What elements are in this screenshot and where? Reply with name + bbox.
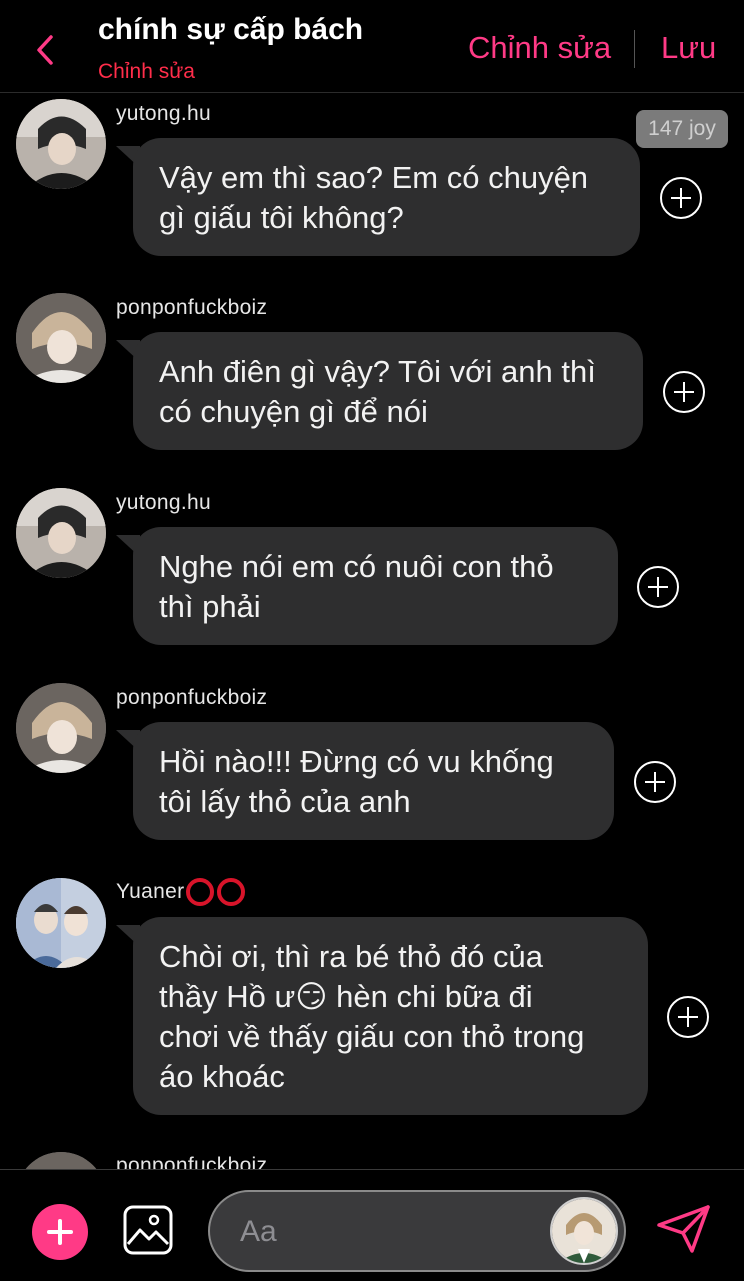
message-input[interactable] <box>240 1210 540 1254</box>
message-bubble[interactable]: Chòi ơi, thì ra bé thỏ đó của thầy Hồ ư😏… <box>133 917 648 1115</box>
message-line: thầy Hồ ư😏 hèn chi bữa đi <box>159 979 533 1014</box>
message-bubble[interactable]: Vậy em thì sao? Em có chuyện gì giấu tôi… <box>133 138 640 256</box>
message-username: yutong.hu <box>116 491 211 514</box>
message-line: chơi về thấy giấu con thỏ trong <box>159 1019 585 1054</box>
message-bubble[interactable]: Hồi nào!!! Đừng có vu khống tôi lấy thỏ … <box>133 722 614 840</box>
red-circles-emoji <box>186 878 246 906</box>
gallery-button[interactable] <box>122 1204 174 1256</box>
message-username: ponponfuckboiz <box>116 1154 268 1170</box>
message-line: có chuyện gì để nói <box>159 394 428 429</box>
message-line: Anh điên gì vậy? Tôi với anh thì <box>159 354 596 389</box>
composer-bar <box>0 1169 744 1281</box>
send-button[interactable] <box>656 1204 712 1254</box>
avatar[interactable] <box>16 683 106 773</box>
avatar[interactable] <box>16 99 106 189</box>
plus-circle-icon[interactable] <box>667 996 709 1038</box>
message-line: Hồi nào!!! Đừng có vu khống <box>159 744 554 779</box>
add-button[interactable] <box>32 1204 88 1260</box>
chat-title: chính sự cấp bách <box>98 13 364 46</box>
plus-circle-icon[interactable] <box>634 761 676 803</box>
message-username: yutong.hu <box>116 102 211 125</box>
paper-plane-icon <box>657 1205 710 1253</box>
header-bar: chính sự cấp bách Chỉnh sửa Chỉnh sửa Lư… <box>0 0 744 93</box>
message-input-container[interactable] <box>208 1190 626 1272</box>
message-line: Chòi ơi, thì ra bé thỏ đó của <box>159 939 543 974</box>
back-button[interactable] <box>28 30 62 70</box>
message-line: Vậy em thì sao? Em có chuyện <box>159 160 589 195</box>
chat-subtitle: Chỉnh sửa <box>98 60 195 83</box>
avatar[interactable] <box>16 488 106 578</box>
message-line: gì giấu tôi không? <box>159 200 404 235</box>
image-icon <box>123 1205 173 1255</box>
chevron-left-icon <box>37 35 53 65</box>
message-line: thì phải <box>159 589 261 624</box>
plus-circle-icon[interactable] <box>663 371 705 413</box>
save-button[interactable]: Lưu <box>661 30 716 66</box>
character-avatar[interactable] <box>550 1197 618 1265</box>
username-text: Yuaner <box>116 880 185 903</box>
avatar[interactable] <box>16 878 106 968</box>
avatar[interactable] <box>16 293 106 383</box>
message-line: Nghe nói em có nuôi con thỏ <box>159 549 554 584</box>
plus-circle-icon[interactable] <box>637 566 679 608</box>
message-username: ponponfuckboiz <box>116 686 268 709</box>
plus-circle-icon[interactable] <box>660 177 702 219</box>
message-username: Yuaner <box>116 878 246 906</box>
message-bubble[interactable]: Nghe nói em có nuôi con thỏ thì phải <box>133 527 618 645</box>
avatar[interactable] <box>16 1152 106 1170</box>
header-divider <box>634 30 635 68</box>
joy-badge: 147 joy <box>636 110 728 148</box>
edit-button[interactable]: Chỉnh sửa <box>468 30 611 66</box>
message-line: áo khoác <box>159 1059 285 1094</box>
message-item-partial: ponponfuckboiz <box>0 1150 744 1170</box>
message-username: ponponfuckboiz <box>116 296 268 319</box>
message-line: tôi lấy thỏ của anh <box>159 784 411 819</box>
message-bubble[interactable]: Anh điên gì vậy? Tôi với anh thì có chuy… <box>133 332 643 450</box>
